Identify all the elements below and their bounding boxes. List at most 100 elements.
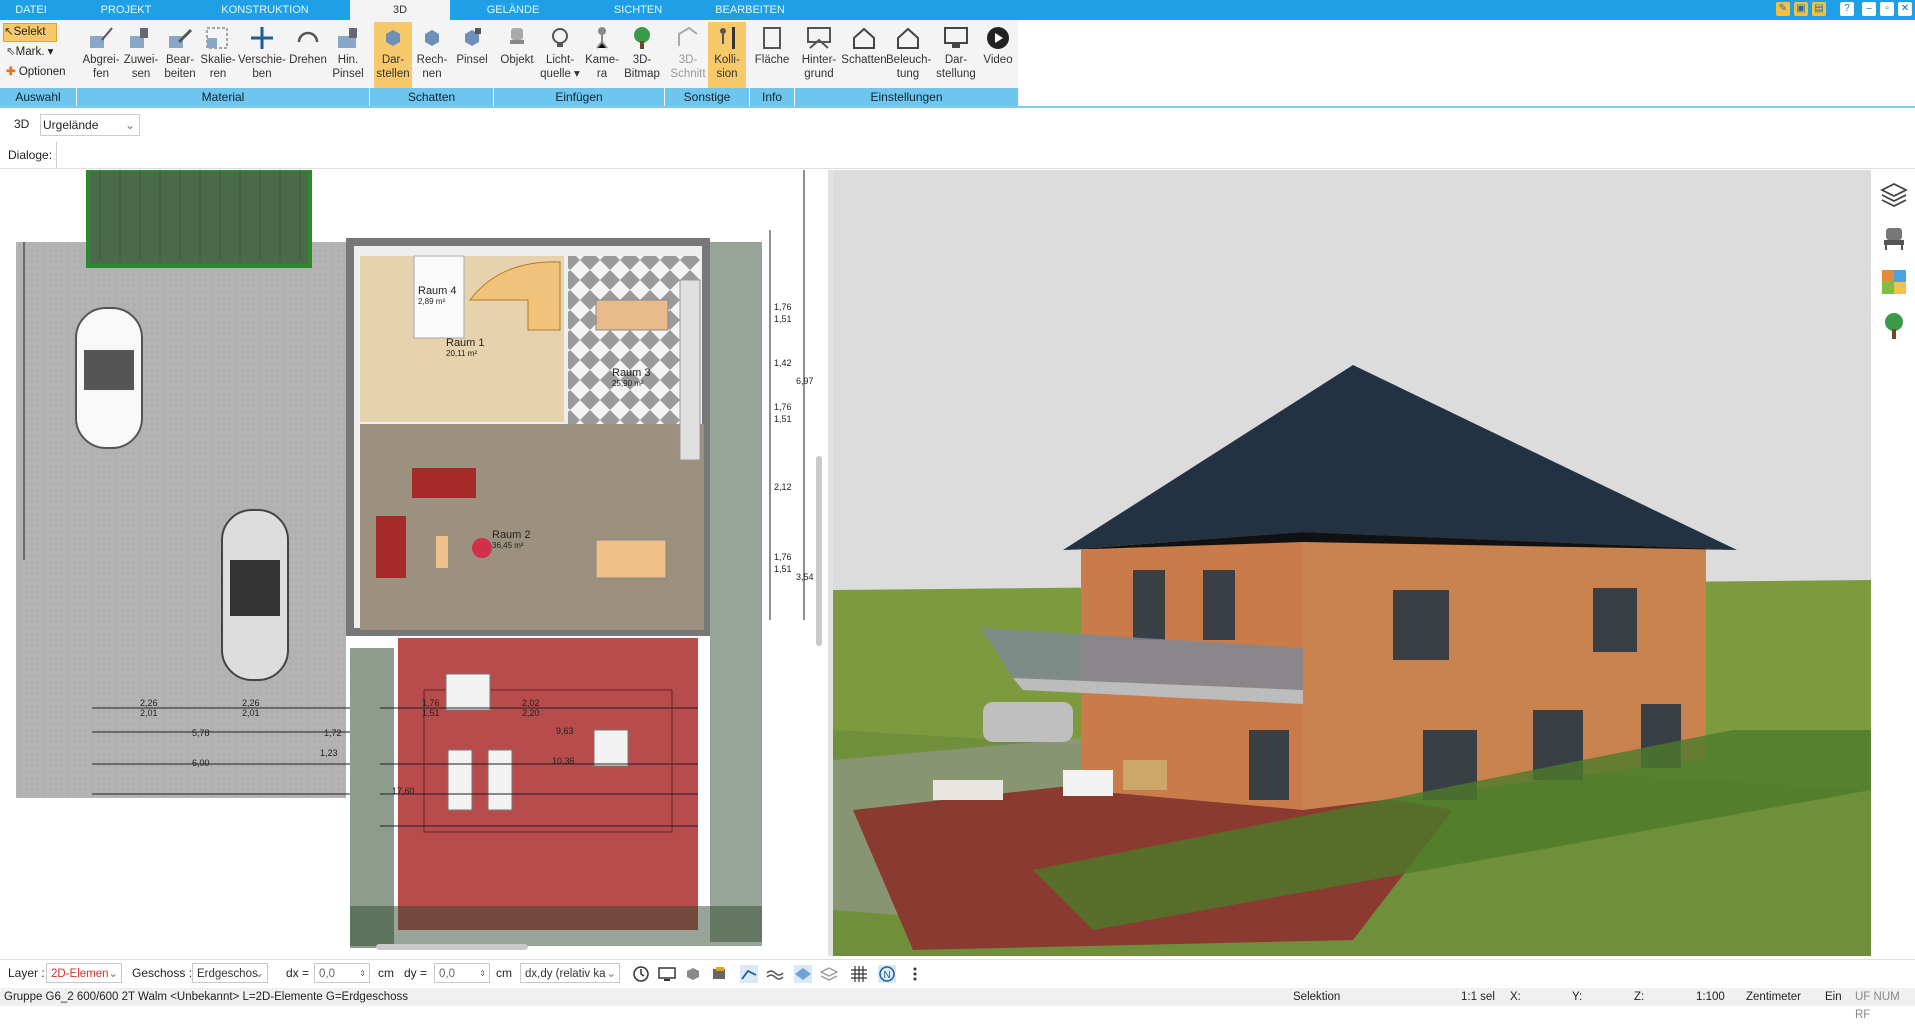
dim-label: 1,51 [422, 708, 440, 718]
dim-label: 2,26 [242, 698, 260, 708]
abgreifen-button[interactable]: Abgrei-fen [78, 22, 124, 88]
3d-view[interactable] [833, 170, 1871, 956]
darstellen-button[interactable]: Dar-stellen [374, 22, 412, 88]
help-icon[interactable]: ? [1840, 2, 1854, 16]
snap-line-icon[interactable] [740, 965, 758, 983]
drehen-button[interactable]: Drehen [286, 22, 330, 88]
mark-icon: ⇖ [6, 46, 16, 58]
terrace [398, 638, 698, 930]
dim-label: 2,02 [522, 698, 540, 708]
layer-select[interactable]: 2D-Elemen ⌄ [46, 963, 122, 983]
north-icon[interactable]: N [878, 965, 896, 983]
layers-icon[interactable] [1880, 180, 1908, 208]
ribbon: ↖Selekt ⇖Mark. ▾ ✚ Optionen Abgrei-fen Z… [0, 20, 1018, 90]
lichtquelle-button[interactable]: Licht-quelle ▾ [538, 22, 582, 88]
menu-tab-3d[interactable]: 3D [350, 0, 450, 20]
restore-icon[interactable]: ▫ [1880, 2, 1894, 16]
geschoss-select[interactable]: Erdgeschos ⌄ [192, 963, 268, 983]
status-unit: Zentimeter [1746, 991, 1801, 1003]
menu-tab-gelaende[interactable]: GELÄNDE [463, 0, 563, 20]
plan-horizontal-scrollbar[interactable] [376, 944, 528, 950]
lounge-sofa [445, 673, 491, 711]
dy-input[interactable]: 0,0 ⇕ [434, 963, 490, 983]
car-white [75, 307, 143, 449]
room-3-name: Raum 3 [612, 367, 651, 379]
plan-vertical-scrollbar[interactable] [816, 456, 822, 646]
patio-table [593, 729, 629, 767]
dim-label: 9,63 [556, 726, 574, 736]
driveway [16, 242, 346, 798]
close-icon[interactable]: ✕ [1898, 2, 1912, 16]
room-4-area: 2,89 m² [418, 297, 445, 306]
dx-unit: cm [378, 966, 394, 980]
status-selection: 1:1 sel [1461, 991, 1495, 1003]
bearbeiten-button[interactable]: Bear-beiten [160, 22, 200, 88]
hintergrund-button[interactable]: Hinter-grund [796, 22, 842, 88]
kitchen-counter [679, 279, 701, 461]
3d-bitmap-button[interactable]: 3D- Bitmap [620, 22, 664, 88]
beleuchtung-button[interactable]: Beleuch-tung [886, 22, 931, 88]
materials-icon[interactable] [1880, 268, 1908, 296]
kamera-button[interactable]: Kame-ra [582, 22, 622, 88]
hin-pinsel-button[interactable]: Hin. Pinsel [328, 22, 368, 88]
floor-plan-view[interactable]: 2,26 2,01 2,26 2,01 5,78 1,72 6,00 1,23 … [0, 170, 828, 954]
layout-icon[interactable]: ▤ [1812, 2, 1826, 16]
area-icon [763, 27, 781, 49]
mark-button[interactable]: ⇖Mark. ▾ [6, 44, 53, 58]
status-bar: Gruppe G6_2 600/600 2T Walm <Unbekannt> … [0, 988, 1915, 1021]
status-ein: Ein [1825, 991, 1842, 1003]
car-3d [983, 702, 1073, 742]
menu-tab-projekt[interactable]: PROJEKT [66, 0, 186, 20]
right-sidebar [1873, 170, 1915, 956]
terrain-select[interactable]: Urgelände ⌄ [40, 114, 140, 136]
objekt-button[interactable]: Objekt [496, 22, 538, 88]
floor-plan-canvas[interactable]: 2,26 2,01 2,26 2,01 5,78 1,72 6,00 1,23 … [0, 170, 828, 954]
kollision-button[interactable]: Kolli-sion [708, 22, 746, 88]
clock-icon[interactable] [632, 965, 650, 983]
tools-icon[interactable]: ✎ [1776, 2, 1790, 16]
pinsel-button[interactable]: Pinsel [452, 22, 492, 88]
3d-schnitt-button[interactable]: 3D- Schnitt [668, 22, 708, 88]
dx-input[interactable]: 0,0 ⇕ [314, 963, 370, 983]
more-options-icon[interactable] [906, 965, 924, 983]
spinner-icon[interactable]: ⇕ [359, 964, 366, 984]
video-button[interactable]: Video [978, 22, 1018, 88]
grid-icon[interactable] [850, 965, 868, 983]
armchair [376, 516, 406, 578]
verschieben-button[interactable]: Verschie-ben [236, 22, 288, 88]
menu-tab-konstruktion[interactable]: KONSTRUKTION [200, 0, 330, 20]
stack-icon[interactable] [710, 965, 728, 983]
settings-cube-icon[interactable] [684, 965, 702, 983]
car-gray [221, 509, 289, 681]
assign-material-icon [130, 28, 148, 48]
room-3-area: 25,90 m² [612, 379, 644, 388]
group-einfuegen: Einfügen [494, 88, 665, 106]
furniture-icon[interactable] [1880, 224, 1908, 252]
darstellung-button[interactable]: Dar-stellung [932, 22, 980, 88]
menu-tab-sichten[interactable]: SICHTEN [588, 0, 688, 20]
minimize-icon[interactable]: – [1862, 2, 1876, 16]
spinner-icon[interactable]: ⇕ [479, 964, 486, 984]
menu-tab-datei[interactable]: DATEI [0, 0, 62, 20]
window-icon[interactable]: ▣ [1794, 2, 1808, 16]
menu-tab-bearbeiten[interactable]: BEARBEITEN [695, 0, 805, 20]
options-button[interactable]: ✚ Optionen [6, 64, 66, 78]
plane-icon[interactable] [794, 965, 812, 983]
scale-icon [206, 27, 228, 49]
flaeche-button[interactable]: Fläche [752, 22, 792, 88]
status-x: X: [1510, 991, 1521, 1003]
3d-render[interactable] [833, 170, 1871, 956]
wave-icon[interactable] [766, 965, 784, 983]
house-light-icon [897, 27, 919, 49]
dim-label: 1,51 [774, 314, 792, 324]
schatten-button[interactable]: Schatten [840, 22, 888, 88]
skalieren-button[interactable]: Skalie-ren [198, 22, 238, 88]
relative-mode-select[interactable]: dx,dy (relativ ka ⌄ [520, 963, 620, 983]
rechnen-button[interactable]: Rech-nen [412, 22, 452, 88]
zuweisen-button[interactable]: Zuwei-sen [120, 22, 162, 88]
select-button[interactable]: ↖Selekt [3, 23, 57, 42]
svg-text:N: N [884, 970, 891, 981]
screen-icon[interactable] [658, 965, 676, 983]
layers-stack-icon[interactable] [820, 965, 838, 983]
plants-icon[interactable] [1880, 312, 1908, 340]
